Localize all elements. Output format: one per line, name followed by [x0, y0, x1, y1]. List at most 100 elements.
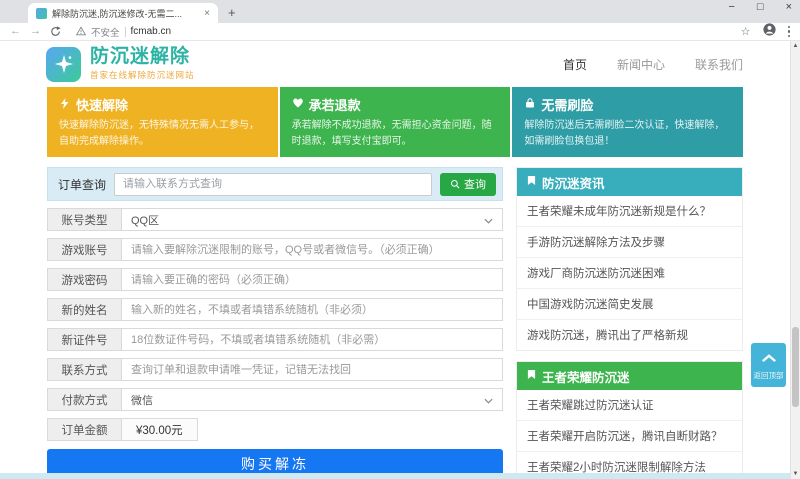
- field-label: 账号类型: [47, 208, 121, 231]
- kings-glory-card-title: 王者荣耀防沉迷: [542, 367, 630, 386]
- news-card: 防沉迷资讯 王者荣耀未成年防沉迷新规是什么？ 手游防沉迷解除方法及步骤 游戏厂商…: [516, 167, 743, 351]
- not-secure-icon: [76, 23, 86, 41]
- account-type-select[interactable]: QQ区: [121, 208, 503, 231]
- bookmark-icon: [527, 369, 536, 383]
- omnibox[interactable]: 不安全 fcmab.cn: [76, 23, 732, 41]
- url-divider: [125, 27, 126, 37]
- site-header: 防沉迷解除 首家在线解除防沉迷网站 首页 新闻中心 联系我们: [0, 41, 800, 87]
- site-logo-text[interactable]: 防沉迷解除 首家在线解除防沉迷网站: [90, 47, 195, 81]
- tab-strip: 解除防沉迷,防沉迷修改-无需二... × + − □ ×: [0, 0, 800, 23]
- nav-item-news[interactable]: 新闻中心: [617, 56, 665, 73]
- feature-desc: 解除防沉迷后无需刷脸二次认证，快速解除，如需刷脸包换包退！: [524, 118, 731, 149]
- feature-title: 承若退款: [309, 95, 361, 114]
- lightning-icon: [59, 97, 71, 113]
- field-label: 联系方式: [47, 358, 121, 381]
- feature-fast-unlock: 快速解除 快速解除防沉迷，无特殊情况无需人工参与，自助完成解除操作。: [47, 87, 278, 157]
- game-account-input[interactable]: [131, 244, 493, 256]
- feature-desc: 承若解除不成功退款，无需担心资金问题，随时退款，填写支付宝即可。: [292, 118, 499, 149]
- news-card-header: 防沉迷资讯: [517, 168, 742, 196]
- scroll-down-icon[interactable]: ▼: [791, 469, 800, 479]
- order-query-input[interactable]: [114, 173, 432, 196]
- order-query-button[interactable]: 查询: [440, 173, 496, 196]
- feature-no-face-scan: 无需刷脸 解除防沉迷后无需刷脸二次认证，快速解除，如需刷脸包换包退！: [512, 87, 743, 157]
- new-id-number-input[interactable]: [131, 334, 493, 346]
- news-link[interactable]: 王者荣耀开启防沉迷，腾讯自断财路？: [517, 420, 742, 451]
- forward-icon[interactable]: →: [30, 26, 41, 37]
- field-label: 订单金额: [47, 418, 121, 441]
- chevron-down-icon: [484, 211, 493, 229]
- select-value: 微信: [131, 392, 484, 408]
- webpage: 防沉迷解除 首家在线解除防沉迷网站 首页 新闻中心 联系我们 快速解除 快速解除…: [0, 41, 800, 479]
- form-row-account-type: 账号类型 QQ区: [47, 208, 503, 231]
- order-amount-value: ¥30.00元: [121, 418, 198, 441]
- chevron-up-icon: [761, 350, 777, 368]
- heart-icon: [292, 97, 304, 112]
- form-row-payment-method: 付款方式 微信: [47, 388, 503, 411]
- back-icon[interactable]: ←: [10, 26, 21, 37]
- address-bar-actions: ☆: [741, 23, 790, 41]
- window-maximize-button[interactable]: □: [757, 2, 764, 13]
- form-row-game-account: 游戏账号: [47, 238, 503, 261]
- new-name-input[interactable]: [131, 304, 493, 316]
- lock-icon: [524, 97, 536, 112]
- tab-title: 解除防沉迷,防沉迷修改-无需二...: [52, 7, 199, 20]
- bookmark-icon: [527, 175, 536, 189]
- new-tab-button[interactable]: +: [228, 5, 236, 20]
- field-label: 游戏账号: [47, 238, 121, 261]
- news-link[interactable]: 游戏防沉迷，腾讯出了严格新规: [517, 319, 742, 350]
- address-bar: ← → 不安全 fcmab.cn ☆: [0, 23, 800, 41]
- order-query-label: 订单查询: [54, 176, 106, 193]
- news-link[interactable]: 中国游戏防沉迷简史发展: [517, 288, 742, 319]
- game-password-input[interactable]: [131, 274, 493, 286]
- window-minimize-button[interactable]: −: [728, 2, 734, 13]
- nav-item-contact[interactable]: 联系我们: [695, 56, 743, 73]
- kings-glory-card: 王者荣耀防沉迷 王者荣耀跳过防沉迷认证 王者荣耀开启防沉迷，腾讯自断财路？ 王者…: [516, 361, 743, 479]
- news-link[interactable]: 王者荣耀跳过防沉迷认证: [517, 390, 742, 420]
- select-value: QQ区: [131, 212, 484, 228]
- form-row-new-name: 新的姓名: [47, 298, 503, 321]
- scroll-up-icon[interactable]: ▲: [791, 41, 800, 51]
- field-label: 付款方式: [47, 388, 121, 411]
- site-title: 防沉迷解除: [90, 47, 195, 68]
- news-link[interactable]: 游戏厂商防沉迷防沉迷困难: [517, 257, 742, 288]
- feature-banners: 快速解除 快速解除防沉迷，无特殊情况无需人工参与，自助完成解除操作。 承若退款 …: [47, 87, 743, 157]
- profile-avatar-icon[interactable]: [763, 23, 776, 41]
- field-label: 新证件号: [47, 328, 121, 351]
- window-close-button[interactable]: ×: [786, 2, 792, 13]
- main-nav: 首页 新闻中心 联系我们: [563, 56, 743, 73]
- refresh-icon[interactable]: [50, 26, 61, 37]
- feature-title: 无需刷脸: [541, 95, 593, 114]
- browser-tab[interactable]: 解除防沉迷,防沉迷修改-无需二... ×: [28, 3, 218, 23]
- form-row-new-id-number: 新证件号: [47, 328, 503, 351]
- bookmark-star-icon[interactable]: ☆: [741, 25, 751, 38]
- tab-close-icon[interactable]: ×: [204, 8, 210, 19]
- browser-menu-icon[interactable]: [788, 26, 791, 38]
- kings-glory-card-header: 王者荣耀防沉迷: [517, 362, 742, 390]
- news-link[interactable]: 手游防沉迷解除方法及步骤: [517, 226, 742, 257]
- field-label: 新的姓名: [47, 298, 121, 321]
- url-text: fcmab.cn: [131, 26, 172, 37]
- payment-method-select[interactable]: 微信: [121, 388, 503, 411]
- order-query-panel: 订单查询 查询: [47, 167, 503, 201]
- scrollbar-thumb[interactable]: [792, 327, 799, 407]
- main-content: 订单查询 查询 账号类型 QQ区 游戏账号: [47, 167, 743, 479]
- news-link[interactable]: 王者荣耀未成年防沉迷新规是什么？: [517, 196, 742, 226]
- browser-window: 解除防沉迷,防沉迷修改-无需二... × + − □ × ← → 不安全 fcm…: [0, 0, 800, 479]
- page-scrollbar[interactable]: ▲ ▼: [790, 41, 800, 479]
- contact-input[interactable]: [131, 364, 493, 376]
- field-label: 游戏密码: [47, 268, 121, 291]
- back-to-top-label: 返回顶部: [754, 370, 784, 381]
- order-form: 订单查询 查询 账号类型 QQ区 游戏账号: [47, 167, 503, 479]
- back-to-top-button[interactable]: 返回顶部: [751, 343, 786, 387]
- order-query-button-label: 查询: [464, 176, 486, 192]
- security-label: 不安全: [91, 25, 120, 39]
- feature-desc: 快速解除防沉迷，无特殊情况无需人工参与，自助完成解除操作。: [59, 118, 266, 149]
- form-row-contact: 联系方式: [47, 358, 503, 381]
- site-favicon-icon: [36, 8, 47, 19]
- chevron-down-icon: [484, 391, 493, 409]
- form-row-order-amount: 订单金额 ¥30.00元: [47, 418, 198, 441]
- nav-item-home[interactable]: 首页: [563, 56, 587, 73]
- feature-title: 快速解除: [76, 95, 128, 114]
- news-card-title: 防沉迷资讯: [542, 173, 605, 192]
- site-logo-icon[interactable]: [46, 47, 81, 82]
